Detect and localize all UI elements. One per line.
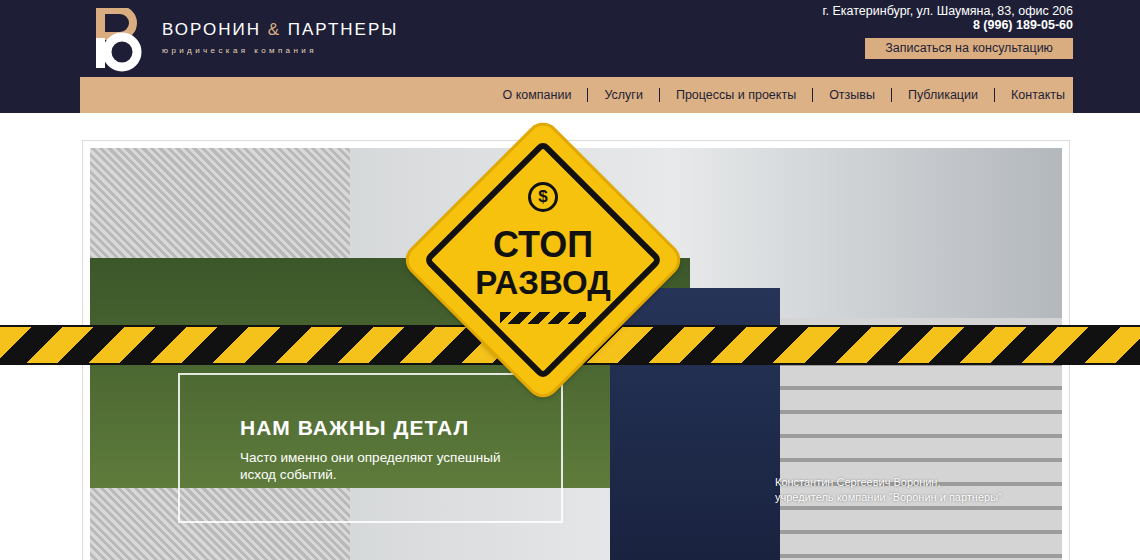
hero-textbox: НАМ ВАЖНЫ ДЕТАЛ Часто именно они определ…: [178, 373, 563, 523]
phone[interactable]: 8 (996) 189-05-60: [973, 18, 1073, 32]
caption-line: учредитель компании "Воронин и партнеры": [775, 490, 1002, 505]
site-header: ВОРОНИН & ПАРТНЕРЫ юридическая компания …: [0, 0, 1140, 113]
logo[interactable]: ВОРОНИН & ПАРТНЕРЫ юридическая компания: [80, 0, 398, 77]
hero-caption: Константин Сергеевич Воронин,учредитель …: [775, 475, 1002, 523]
nav-link[interactable]: Отзывы: [812, 88, 891, 102]
logo-word: ПАРТНЕРЫ: [288, 20, 399, 39]
sign-stripes: [500, 312, 586, 324]
logo-icon: [94, 8, 146, 72]
hero-subtitle: Часто именно они определяют успешныйисхо…: [240, 450, 551, 484]
logo-word: ВОРОНИН: [162, 20, 261, 39]
logo-name: ВОРОНИН & ПАРТНЕРЫ: [162, 20, 398, 40]
nav-link[interactable]: Контакты: [994, 88, 1073, 102]
subtitle-line: исход событий.: [240, 467, 551, 484]
address: г. Екатеринбург, ул. Шаумяна, 83, офис 2…: [823, 4, 1073, 18]
subtitle-line: Часто именно они определяют успешный: [240, 450, 551, 467]
consultation-button[interactable]: Записаться на консультацию: [865, 38, 1073, 59]
stop-sign: $ СТОП РАЗВОД: [403, 120, 683, 400]
sign-text: РАЗВОД: [475, 266, 610, 301]
sign-text: СТОП: [493, 226, 593, 264]
logo-tagline: юридическая компания: [162, 46, 398, 56]
hero-title: НАМ ВАЖНЫ ДЕТАЛ: [240, 415, 551, 440]
coin-icon: $: [528, 182, 558, 212]
nav-link[interactable]: Публикации: [891, 88, 994, 102]
logo-amp: &: [268, 20, 281, 39]
nav-link[interactable]: Процессы и проекты: [659, 88, 812, 102]
caption-line: Константин Сергеевич Воронин,: [775, 475, 1002, 490]
main-nav: О компанииУслугиПроцессы и проектыОтзывы…: [80, 77, 1073, 113]
nav-link[interactable]: О компании: [487, 88, 588, 102]
nav-link[interactable]: Услуги: [587, 88, 658, 102]
